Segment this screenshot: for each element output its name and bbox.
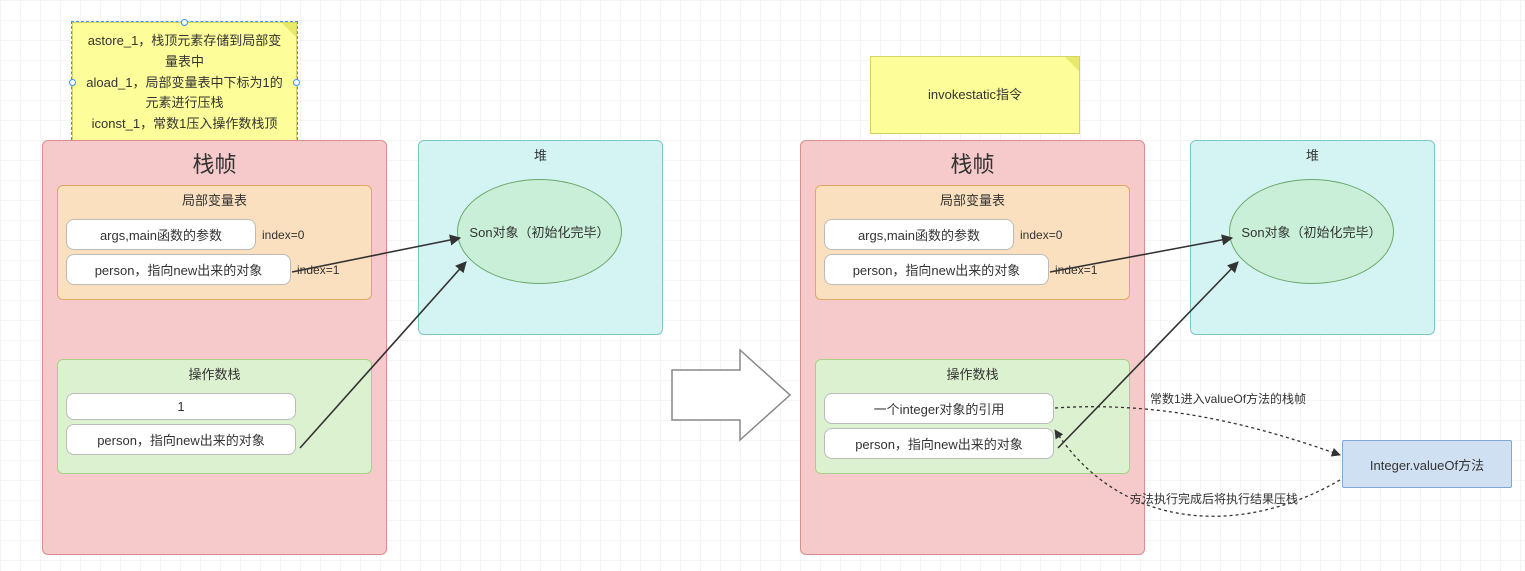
heap-right[interactable]: 堆 Son对象（初始化完毕） [1190,140,1435,335]
heap-object-label: Son对象（初始化完毕） [1241,222,1381,241]
opstack-cell: 1 [66,393,296,420]
note-text: invokestatic指令 [928,85,1022,106]
locals-title: 局部变量表 [58,188,371,215]
heap-left[interactable]: 堆 Son对象（初始化完毕） [418,140,663,335]
big-arrow-icon [672,350,790,440]
annotation-bottom: 方法执行完成后将执行结果压栈 [1130,490,1298,507]
locals-index: index=0 [1020,228,1062,242]
note-line: iconst_1，常数1压入操作数栈顶 [85,114,284,135]
stack-frame-right[interactable]: 栈帧 局部变量表 args,main函数的参数 index=0 person，指… [800,140,1145,555]
annotation-top: 常数1进入valueOf方法的栈帧 [1150,390,1306,407]
opstack-title: 操作数栈 [816,362,1129,389]
heap-title: 堆 [419,141,662,168]
note-right[interactable]: invokestatic指令 [870,56,1080,134]
locals-box-right[interactable]: 局部变量表 args,main函数的参数 index=0 person，指向ne… [815,185,1130,300]
heap-object-right[interactable]: Son对象（初始化完毕） [1229,179,1394,284]
opstack-cell-integer: 一个integer对象的引用 [824,393,1054,424]
locals-cell: args,main函数的参数 [66,219,256,250]
note-line: astore_1，栈顶元素存储到局部变量表中 [85,31,284,73]
integer-valueof-box[interactable]: Integer.valueOf方法 [1342,440,1512,488]
frame-title: 栈帧 [43,141,386,183]
locals-title: 局部变量表 [816,188,1129,215]
bluebox-label: Integer.valueOf方法 [1370,455,1484,474]
locals-cell: args,main函数的参数 [824,219,1014,250]
frame-title: 栈帧 [801,141,1144,183]
stack-frame-left[interactable]: 栈帧 局部变量表 args,main函数的参数 index=0 person，指… [42,140,387,555]
note-line: aload_1，局部变量表中下标为1的元素进行压栈 [85,73,284,115]
opstack-cell: person，指向new出来的对象 [66,424,296,455]
locals-index: index=0 [262,228,304,242]
locals-cell: person，指向new出来的对象 [824,254,1049,285]
opstack-cell: person，指向new出来的对象 [824,428,1054,459]
opstack-title: 操作数栈 [58,362,371,389]
locals-cell: person，指向new出来的对象 [66,254,291,285]
opstack-box-left[interactable]: 操作数栈 1 person，指向new出来的对象 [57,359,372,474]
heap-object-left[interactable]: Son对象（初始化完毕） [457,179,622,284]
note-left[interactable]: astore_1，栈顶元素存储到局部变量表中 aload_1，局部变量表中下标为… [72,22,297,144]
locals-box-left[interactable]: 局部变量表 args,main函数的参数 index=0 person，指向ne… [57,185,372,300]
locals-index: index=1 [1055,263,1097,277]
opstack-box-right[interactable]: 操作数栈 一个integer对象的引用 person，指向new出来的对象 [815,359,1130,474]
locals-index: index=1 [297,263,339,277]
heap-object-label: Son对象（初始化完毕） [469,222,609,241]
heap-title: 堆 [1191,141,1434,168]
